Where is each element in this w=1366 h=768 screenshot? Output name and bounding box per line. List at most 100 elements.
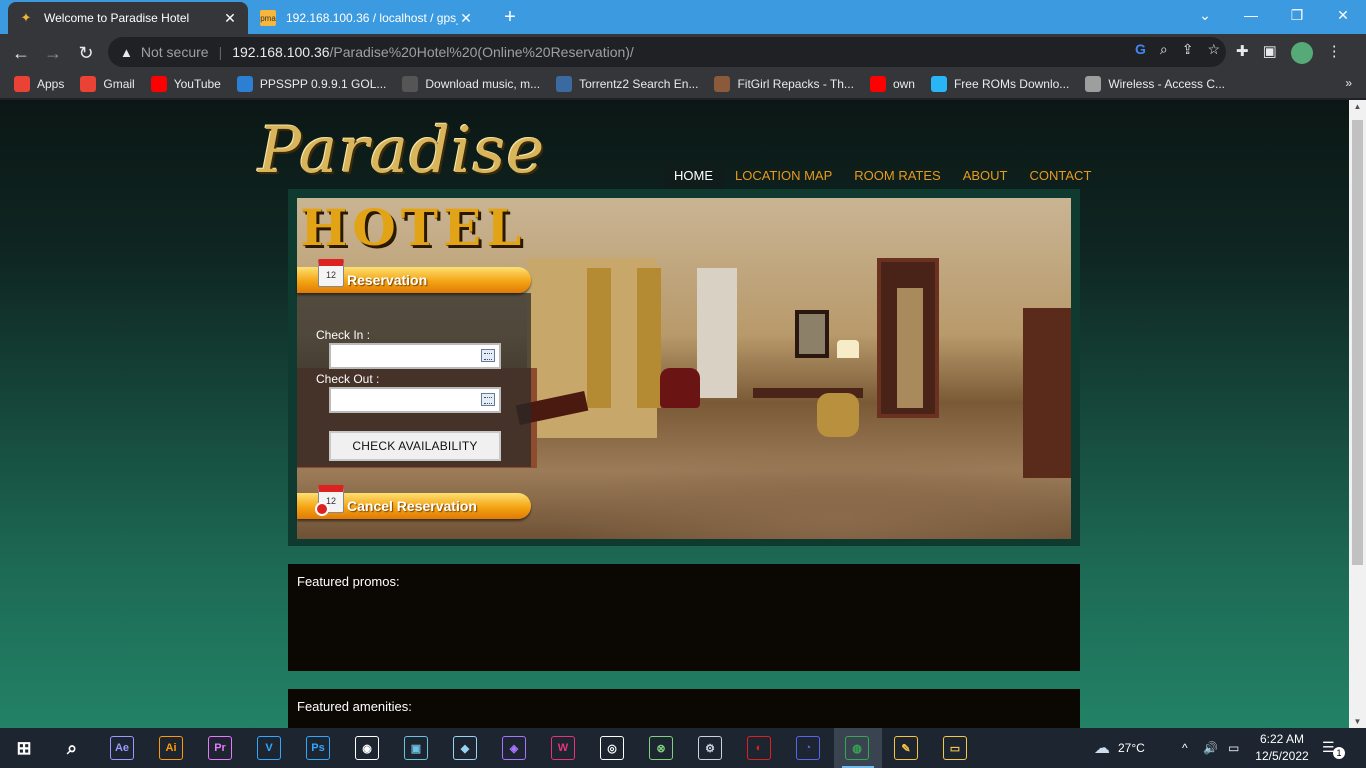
new-tab-button[interactable]: + [498,5,522,29]
bookmark-label: Download music, m... [425,77,541,91]
clock-time: 6:22 AM [1259,732,1305,746]
bookmark-label: Apps [37,77,65,91]
weather-temp: 27°C [1118,741,1145,755]
bookmark-item[interactable]: Apps [14,76,64,92]
forward-button[interactable]: → [40,40,66,66]
illustrator-icon[interactable]: Ai [159,736,183,760]
tab-phpmyadmin[interactable]: pma 192.168.100.36 / localhost / gps_ ✕ [250,2,484,34]
chrome-icon[interactable]: ◍ [845,736,869,760]
menu-kebab-icon[interactable]: ⋮ [1327,42,1342,64]
featured-amenities-heading: Featured amenities: [297,699,412,714]
monitor-icon [402,76,419,92]
nav-about[interactable]: ABOUT [952,163,1019,189]
browser-titlebar: ✦ Welcome to Paradise Hotel ✕ pma 192.16… [0,0,1366,34]
bookmark-item[interactable]: PPSSPP 0.9.9.1 GOL... [236,76,386,92]
system-clock[interactable]: 6:22 AM 12/5/2022 [1252,731,1312,765]
discord-icon[interactable]: ◔ [796,736,820,760]
tab-close-icon[interactable]: ✕ [222,10,238,27]
zoom-icon[interactable]: ⌕ [1160,41,1168,58]
address-separator: | [218,44,223,60]
steam-icon[interactable]: ⚙ [698,736,722,760]
bookmark-item[interactable]: FitGirl Repacks - Th... [714,76,854,92]
bookmark-item[interactable]: own [869,76,915,92]
paint-icon[interactable]: ✎ [894,736,918,760]
paradise-hotel-logo[interactable]: Paradise HOTEL [248,114,568,257]
bookmark-item[interactable]: YouTube [150,76,221,92]
date-picker-icon[interactable] [481,349,495,362]
scroll-up-arrow-icon[interactable]: ▲ [1349,102,1366,111]
aura-icon[interactable]: ◎ [600,736,624,760]
nav-room-rates[interactable]: ROOM RATES [843,163,951,189]
file-explorer-icon[interactable]: ▭ [943,736,967,760]
tab-close-icon[interactable]: ✕ [458,10,474,27]
bookmark-item[interactable]: Free ROMs Downlo... [930,76,1069,92]
url-path[interactable]: /Paradise%20Hotel%20(Online%20Reservatio… [330,44,634,60]
room-doorway-inner [897,288,923,408]
garena-icon[interactable]: ◐ [747,736,771,760]
bookmark-item[interactable]: Download music, m... [402,76,540,92]
wireless-icon [1085,76,1102,92]
search-icon[interactable]: ⌕ [60,736,84,760]
youtube-icon [869,76,886,92]
bookmarks-overflow-icon[interactable]: » [1345,76,1352,90]
hyperv-icon[interactable]: ◆ [453,736,477,760]
side-panel-icon[interactable]: ▣ [1263,42,1277,64]
xbox-icon[interactable]: ⊗ [649,736,673,760]
extensions-puzzle-icon[interactable]: ✚ [1236,42,1249,64]
curtain [637,268,661,408]
obs-icon[interactable]: ◉ [355,736,379,760]
photoshop-icon[interactable]: Ps [306,736,330,760]
security-label[interactable]: Not secure [141,44,209,60]
page-scrollbar[interactable]: ▲ ▼ [1349,100,1366,728]
tab-search-icon[interactable]: ⌄ [1182,0,1228,30]
featured-amenities-section: Featured amenities: [288,689,1080,728]
network-icon[interactable]: ▭ [1228,728,1239,768]
close-window-button[interactable]: ✕ [1320,0,1366,30]
warning-triangle-icon[interactable]: ▲ [120,45,133,60]
google-lens-icon[interactable]: G [1135,41,1146,58]
premiere-icon[interactable]: Pr [208,736,232,760]
phpmyadmin-favicon: pma [260,10,276,26]
check-in-field[interactable] [329,343,501,369]
weather-widget[interactable]: ☁ 27°C [1094,728,1145,768]
share-icon[interactable]: ⇪ [1182,41,1194,58]
tab-paradise-hotel[interactable]: ✦ Welcome to Paradise Hotel ✕ [8,2,248,34]
bookmark-label: YouTube [173,77,221,91]
address-bar[interactable]: ▲ Not secure | 192.168.100.36 /Paradise%… [108,37,1226,67]
tab-title: 192.168.100.36 / localhost / gps_ [286,11,458,25]
cancel-mark-icon [315,502,329,516]
bookmark-item[interactable]: Torrentz2 Search En... [556,76,698,92]
virtualbox-icon[interactable]: ▣ [404,736,428,760]
scrollbar-thumb[interactable] [1352,120,1363,565]
profile-avatar[interactable] [1290,42,1313,64]
back-button[interactable]: ← [8,40,34,66]
check-out-field[interactable] [329,387,501,413]
windows-start-icon[interactable]: ⊞ [12,736,36,760]
bookmark-item[interactable]: Wireless - Access C... [1085,76,1225,92]
tray-chevron-icon[interactable]: ^ [1182,728,1188,768]
cancel-calendar-icon: 12 [315,485,344,516]
bookmark-star-icon[interactable]: ☆ [1207,41,1220,58]
room-cabinet [1023,308,1071,478]
after-effects-icon[interactable]: Ae [110,736,134,760]
url-host[interactable]: 192.168.100.36 [232,44,329,60]
nav-home[interactable]: HOME [663,163,724,189]
windows-taskbar: ⊞ ⌕ ☁ 27°C ^ 🔊 ▭ 6:22 AM 12/5/2022 ☰ 1 A… [0,728,1366,768]
nav-contact[interactable]: CONTACT [1019,163,1103,189]
wamp-icon[interactable]: W [551,736,575,760]
scroll-down-arrow-icon[interactable]: ▼ [1349,717,1366,726]
minimize-button[interactable]: — [1228,0,1274,30]
volume-icon[interactable]: 🔊 [1203,728,1218,768]
check-availability-button[interactable]: CHECK AVAILABILITY [329,431,501,461]
site-nav: HOME LOCATION MAP ROOM RATES ABOUT CONTA… [663,163,1102,189]
date-picker-icon[interactable] [481,393,495,406]
nav-location-map[interactable]: LOCATION MAP [724,163,843,189]
bookmark-label: FitGirl Repacks - Th... [737,77,854,91]
bookmark-item[interactable]: Gmail [80,76,135,92]
reload-button[interactable]: ↻ [73,40,99,66]
visual-studio-icon[interactable]: ◈ [502,736,526,760]
bookmarks-bar: Apps Gmail YouTube PPSSPP 0.9.9.1 GOL... Dow… [0,70,1366,98]
bookmark-label: own [892,77,915,91]
restore-button[interactable]: ❐ [1274,0,1320,30]
visio-icon[interactable]: V [257,736,281,760]
